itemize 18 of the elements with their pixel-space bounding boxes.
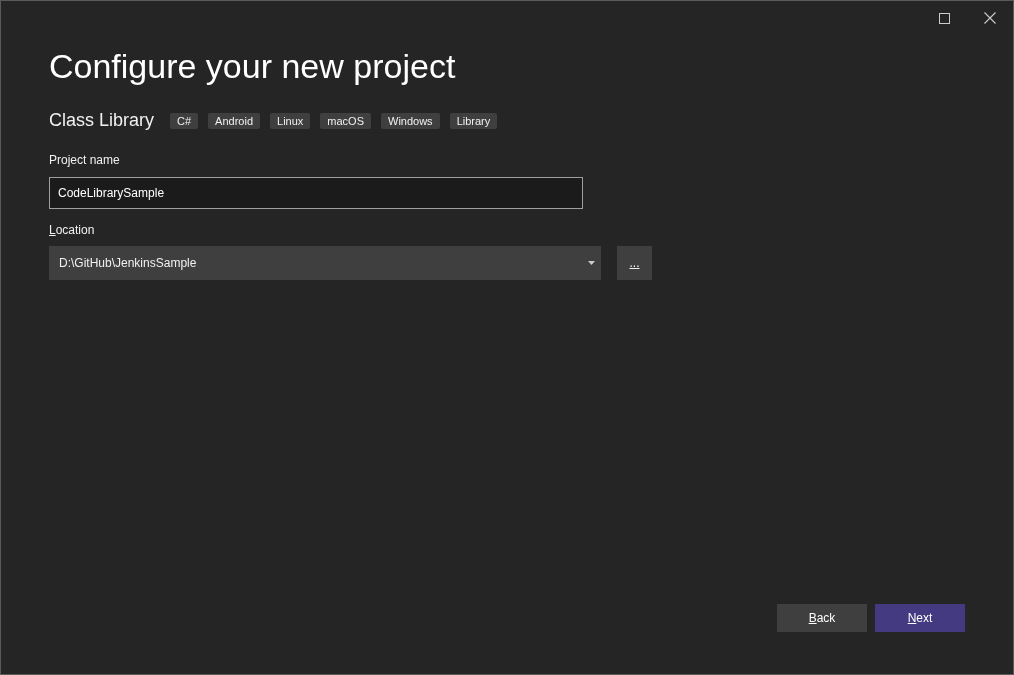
page-title: Configure your new project: [49, 47, 457, 86]
maximize-icon: [938, 12, 950, 24]
browse-button[interactable]: ...: [617, 246, 652, 280]
location-dropdown[interactable]: D:\GitHub\JenkinsSample: [49, 246, 601, 280]
caret-icon: [588, 261, 595, 265]
tag: Library: [449, 112, 498, 129]
back-button[interactable]: Back: [777, 604, 867, 632]
next-button[interactable]: Next: [875, 604, 965, 632]
field-label: Project name: [49, 153, 121, 167]
project-name-field[interactable]: CodeLibrarySample: [49, 177, 583, 209]
tag: Android: [208, 112, 260, 129]
tag: macOS: [320, 112, 371, 129]
field-label: Location: [49, 223, 96, 237]
template-name: Class Library: [49, 110, 155, 131]
tag: C#: [170, 112, 199, 129]
tag: Windows: [381, 112, 440, 129]
tag: Linux: [270, 112, 311, 129]
close-icon: [984, 12, 996, 24]
